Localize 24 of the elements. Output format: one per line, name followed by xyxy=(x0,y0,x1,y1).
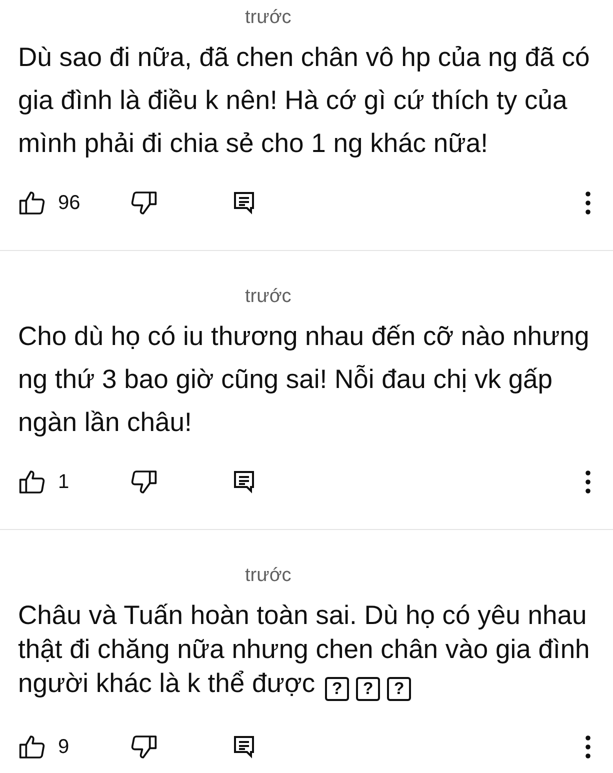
more-icon[interactable] xyxy=(585,470,591,494)
reply-icon[interactable] xyxy=(233,470,255,494)
reply-icon[interactable] xyxy=(233,734,255,758)
comment-text: Dù sao đi nữa, đã chen chân vô hp của ng đã có gia đình là điều k nên! Hà cớ gì cứ thích ty của mình phải đi chia sẻ cho 1 ng khác nữa! xyxy=(18,41,591,160)
thumbs-down-icon[interactable] xyxy=(130,732,158,760)
missing-glyph: ? xyxy=(387,676,412,700)
comment-time: trước xyxy=(245,285,292,309)
like-count: 1 xyxy=(58,470,70,495)
thumbs-up-icon[interactable] xyxy=(18,189,46,217)
like-count: 9 xyxy=(58,734,70,760)
comment-text: Cho dù họ có iu thương nhau đến cỡ nào nhưng ng thứ 3 bao giờ cũng sai! Nỗi đau chị vk gấp ngàn lần châu! xyxy=(18,320,590,439)
comment-time: trước xyxy=(245,6,292,30)
thumbs-up-icon[interactable] xyxy=(18,468,46,496)
more-icon[interactable] xyxy=(585,191,591,215)
comment-time: trước xyxy=(245,564,292,588)
comment-text: Châu và Tuấn hoàn toàn sai. Dù họ có yêu nhau thật đi chăng nữa nhưng chen chân vào gia đình người khác là k thể được ? ? ? xyxy=(18,598,595,700)
reply-icon[interactable] xyxy=(233,191,255,215)
missing-glyph: ? xyxy=(325,676,350,700)
missing-glyph: ? xyxy=(356,676,380,700)
thumbs-up-icon[interactable] xyxy=(18,732,46,760)
thumbs-down-icon[interactable] xyxy=(130,468,158,496)
like-count: 96 xyxy=(58,191,82,216)
thumbs-down-icon[interactable] xyxy=(130,189,158,217)
more-icon[interactable] xyxy=(585,734,591,758)
